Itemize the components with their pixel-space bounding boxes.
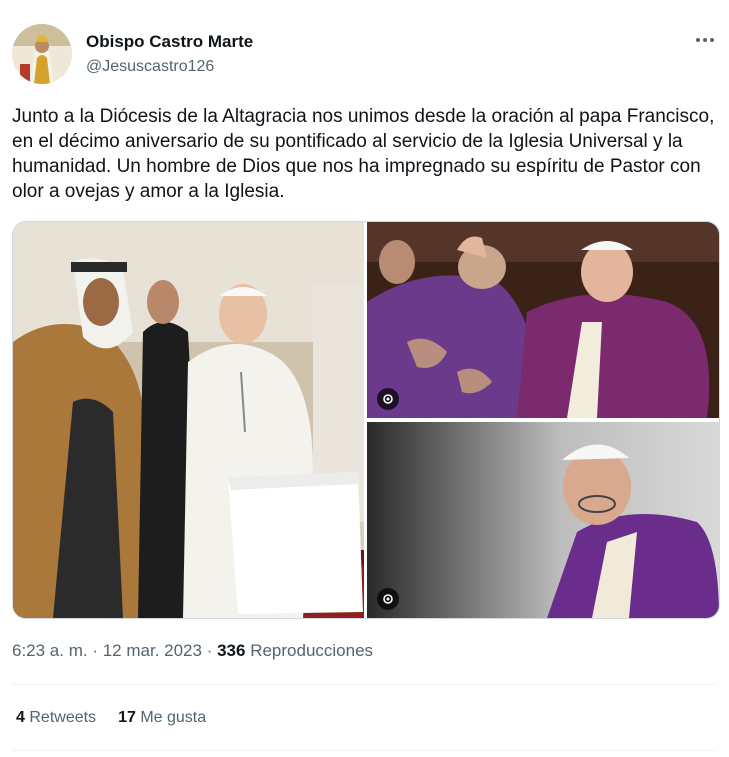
- avatar[interactable]: [12, 24, 72, 84]
- display-name[interactable]: Obispo Castro Marte: [86, 32, 253, 52]
- alt-text-icon[interactable]: [377, 388, 399, 410]
- tweet-text: Junto a la Diócesis de la Altagracia nos…: [12, 106, 715, 202]
- separator: ·: [87, 641, 103, 660]
- retweets-label: Retweets: [29, 709, 97, 726]
- handle[interactable]: @Jesuscastro126: [86, 56, 253, 78]
- photo-ash-wednesday[interactable]: [367, 222, 719, 418]
- separator: ·: [201, 641, 218, 660]
- alt-text-icon[interactable]: [377, 588, 399, 610]
- retweets-stat[interactable]: 4 Retweets: [16, 707, 96, 729]
- likes-count: 17: [118, 709, 136, 726]
- views-count: 336: [217, 641, 246, 660]
- tweet-meta: 6:23 a. m. · 12 mar. 2023 · 336 Reproduc…: [12, 640, 373, 662]
- retweets-count: 4: [16, 709, 25, 726]
- tweet-date[interactable]: 12 mar. 2023: [103, 641, 202, 660]
- photo-meeting[interactable]: [13, 222, 364, 618]
- tweet-time[interactable]: 6:23 a. m.: [12, 641, 88, 660]
- tweet-stats: 4 Retweets 17 Me gusta: [16, 707, 206, 729]
- more-horizontal-icon[interactable]: [693, 32, 717, 48]
- divider: [12, 750, 717, 751]
- likes-label: Me gusta: [140, 709, 207, 726]
- media-grid: [12, 221, 720, 619]
- tweet-header: Obispo Castro Marte @Jesuscastro126: [12, 24, 717, 86]
- author-names: Obispo Castro Marte @Jesuscastro126: [86, 32, 253, 78]
- divider: [12, 684, 717, 685]
- views-label: Reproducciones: [250, 641, 374, 660]
- photo-pope-praying[interactable]: [367, 422, 719, 618]
- likes-stat[interactable]: 17 Me gusta: [118, 707, 206, 729]
